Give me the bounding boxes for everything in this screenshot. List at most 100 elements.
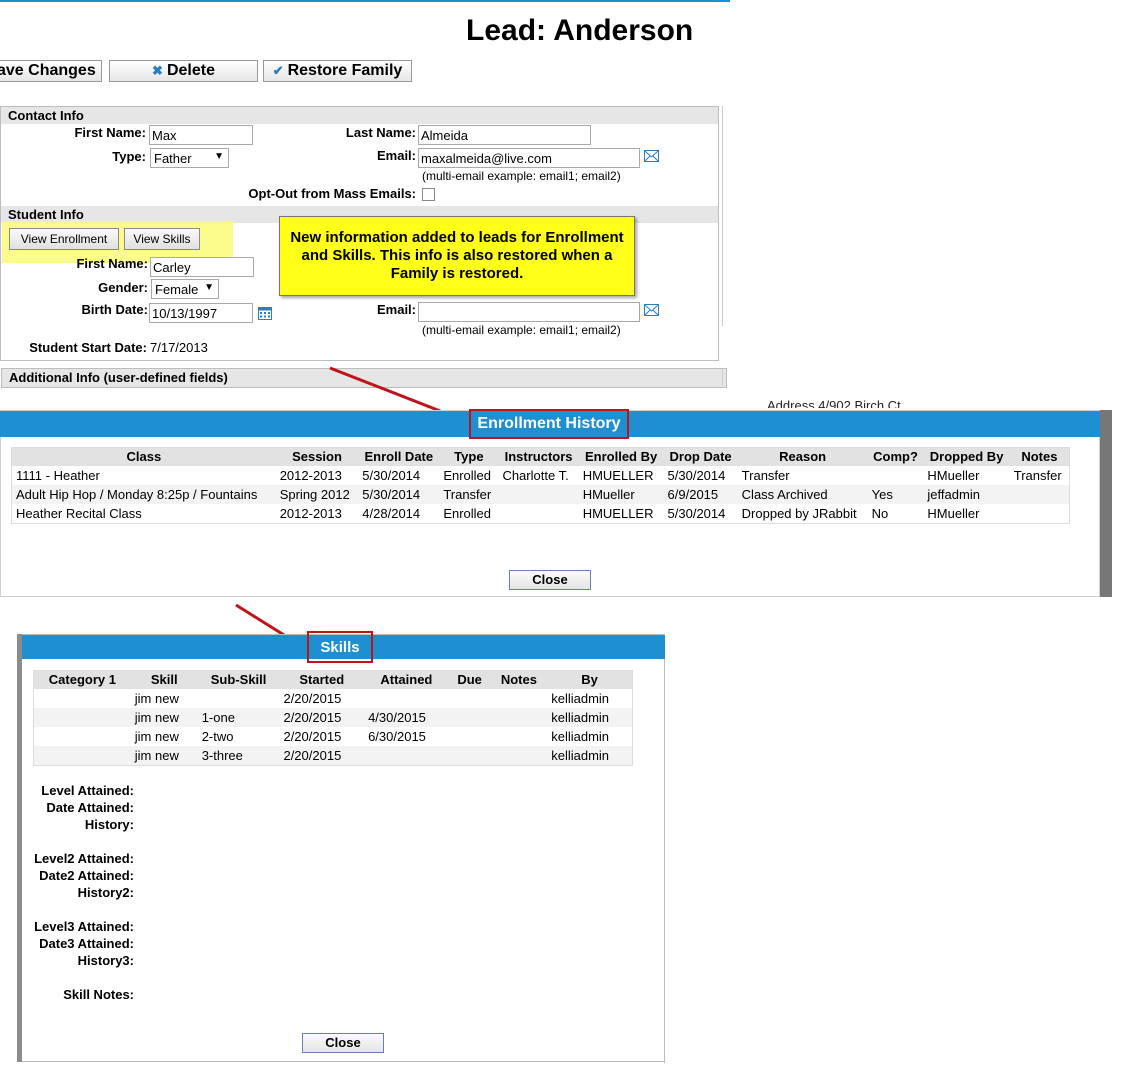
enrollment-column-header: Dropped By [923, 447, 1010, 466]
table-cell [364, 746, 449, 766]
date-attained-label: Date Attained: [46, 800, 134, 815]
table-cell: HMueller [927, 506, 980, 521]
table-cell: kelliadmin [547, 746, 633, 766]
history-label: History: [84, 817, 134, 832]
enrollment-close-button[interactable]: Close [509, 570, 591, 590]
table-cell: jim new [134, 691, 179, 706]
table-cell [491, 689, 548, 708]
enrollment-column-header: Type [439, 447, 499, 466]
table-cell: Charlotte T. [502, 468, 569, 483]
table-cell: Enrolled [443, 506, 492, 521]
table-cell: No [871, 506, 889, 521]
table-cell [491, 727, 548, 746]
table-cell: 1111 - Heather [16, 468, 100, 483]
table-cell: 5/30/2014 [667, 468, 726, 483]
table-cell: Transfer [1013, 468, 1062, 483]
enrollment-column-header: Comp? [867, 447, 924, 466]
skills-close-button[interactable]: Close [302, 1033, 384, 1053]
table-cell [34, 689, 131, 708]
table-cell: kelliadmin [547, 708, 633, 727]
table-cell: HMueller [578, 485, 664, 504]
table-row: jim new 3-three 2/20/2015 kelliadmin [33, 746, 633, 766]
table-cell: 2/20/2015 [283, 691, 342, 706]
table-cell [498, 485, 579, 504]
table-cell: kelliadmin [551, 729, 610, 744]
skills-column-header: Due [448, 670, 491, 689]
table-cell: Adult Hip Hop / Monday 8:25p / Fountains [11, 485, 276, 504]
table-cell [33, 746, 131, 766]
table-cell: 4/28/2014 [362, 506, 421, 521]
table-cell: Transfer [439, 485, 499, 504]
table-cell [364, 689, 449, 708]
history3-label: History3: [77, 953, 134, 968]
table-cell: jim new [130, 746, 198, 766]
enrollment-table: Class Session Enroll Date Type Instructors En… [11, 447, 1070, 524]
table-cell: 3-three [197, 746, 280, 766]
table-cell [1010, 504, 1070, 524]
enrollment-column-header: Instructors [498, 447, 579, 466]
table-cell: HMUELLER [582, 506, 654, 521]
table-row: jim new 2/20/2015 kelliadmin [34, 689, 633, 708]
level3-attained-label: Level3 Attained: [34, 919, 134, 934]
table-cell: Spring 2012 [275, 485, 359, 504]
table-cell [448, 708, 491, 727]
table-cell: 5/30/2014 [667, 506, 726, 521]
table-cell: jeffadmin [923, 485, 1010, 504]
skills-column-header: Notes [490, 670, 548, 689]
skills-column-header: By [547, 670, 633, 689]
enrollment-column-header: Reason [737, 447, 868, 466]
table-cell: jim new [130, 708, 198, 727]
table-cell: 6/30/2015 [368, 729, 426, 744]
background-edge [1100, 410, 1112, 597]
table-cell [490, 708, 548, 727]
skills-column-header: Sub-Skill [197, 670, 280, 689]
table-cell: 2/20/2015 [279, 708, 365, 727]
table-cell: 2/20/2015 [279, 746, 365, 766]
table-cell: 2012-2013 [279, 506, 342, 521]
table-cell [868, 466, 924, 485]
table-cell: 2/20/2015 [283, 729, 342, 744]
table-cell [198, 689, 280, 708]
level2-attained-label: Level2 Attained: [34, 851, 134, 866]
table-row: jim new 1-one 2/20/2015 4/30/2015 kelliadmin [33, 708, 633, 727]
table-cell [449, 727, 491, 746]
table-cell [490, 746, 548, 766]
table-row: 1111 - Heather 2012-2013 5/30/2014 Enrolled… [12, 466, 1070, 485]
table-cell: Yes [867, 485, 924, 504]
enrollment-column-header: Session [275, 447, 359, 466]
table-row: Adult Hip Hop / Monday 8:25p / Fountains… [11, 485, 1070, 504]
enrollment-dialog-title: Enrollment History [477, 415, 621, 432]
table-cell: Enrolled [443, 468, 492, 483]
date2-attained-label: Date2 Attained: [39, 868, 134, 883]
table-cell: 5/30/2014 [358, 485, 440, 504]
table-cell: Dropped by JRabbit [741, 506, 857, 521]
table-cell: 2012-2013 [279, 468, 342, 483]
history2-label: History2: [77, 885, 134, 900]
table-cell [449, 689, 491, 708]
table-cell: 4/30/2015 [364, 708, 449, 727]
skill-notes-label: Skill Notes: [63, 987, 134, 1002]
table-cell: 1-one [197, 708, 280, 727]
table-cell: HMueller [927, 468, 980, 483]
table-cell: Transfer [741, 468, 790, 483]
table-cell: kelliadmin [551, 691, 610, 706]
skills-column-header: Attained [364, 670, 449, 689]
enrollment-column-header: Enrolled By [578, 447, 664, 466]
skills-table: Category 1 Skill Sub-Skill Started Attained D… [33, 670, 633, 766]
enrollment-column-header: Class [11, 447, 276, 466]
table-cell: 6/9/2015 [663, 485, 738, 504]
skills-column-header: Category 1 [33, 670, 131, 689]
table-cell [34, 727, 131, 746]
level-attained-label: Level Attained: [41, 783, 134, 798]
date3-attained-label: Date3 Attained: [39, 936, 134, 951]
table-cell: HMUELLER [582, 468, 654, 483]
skills-column-header: Skill [130, 670, 198, 689]
skills-dialog-title: Skills [320, 639, 360, 656]
address-fragment: Address 4/902 Birch Ct [767, 398, 901, 408]
table-cell: 2-two [201, 729, 234, 744]
table-cell: Heather Recital Class [16, 506, 142, 521]
table-cell [498, 504, 578, 524]
table-cell [33, 708, 131, 727]
background-page-edge [664, 657, 675, 1063]
table-cell: Class Archived [737, 485, 868, 504]
